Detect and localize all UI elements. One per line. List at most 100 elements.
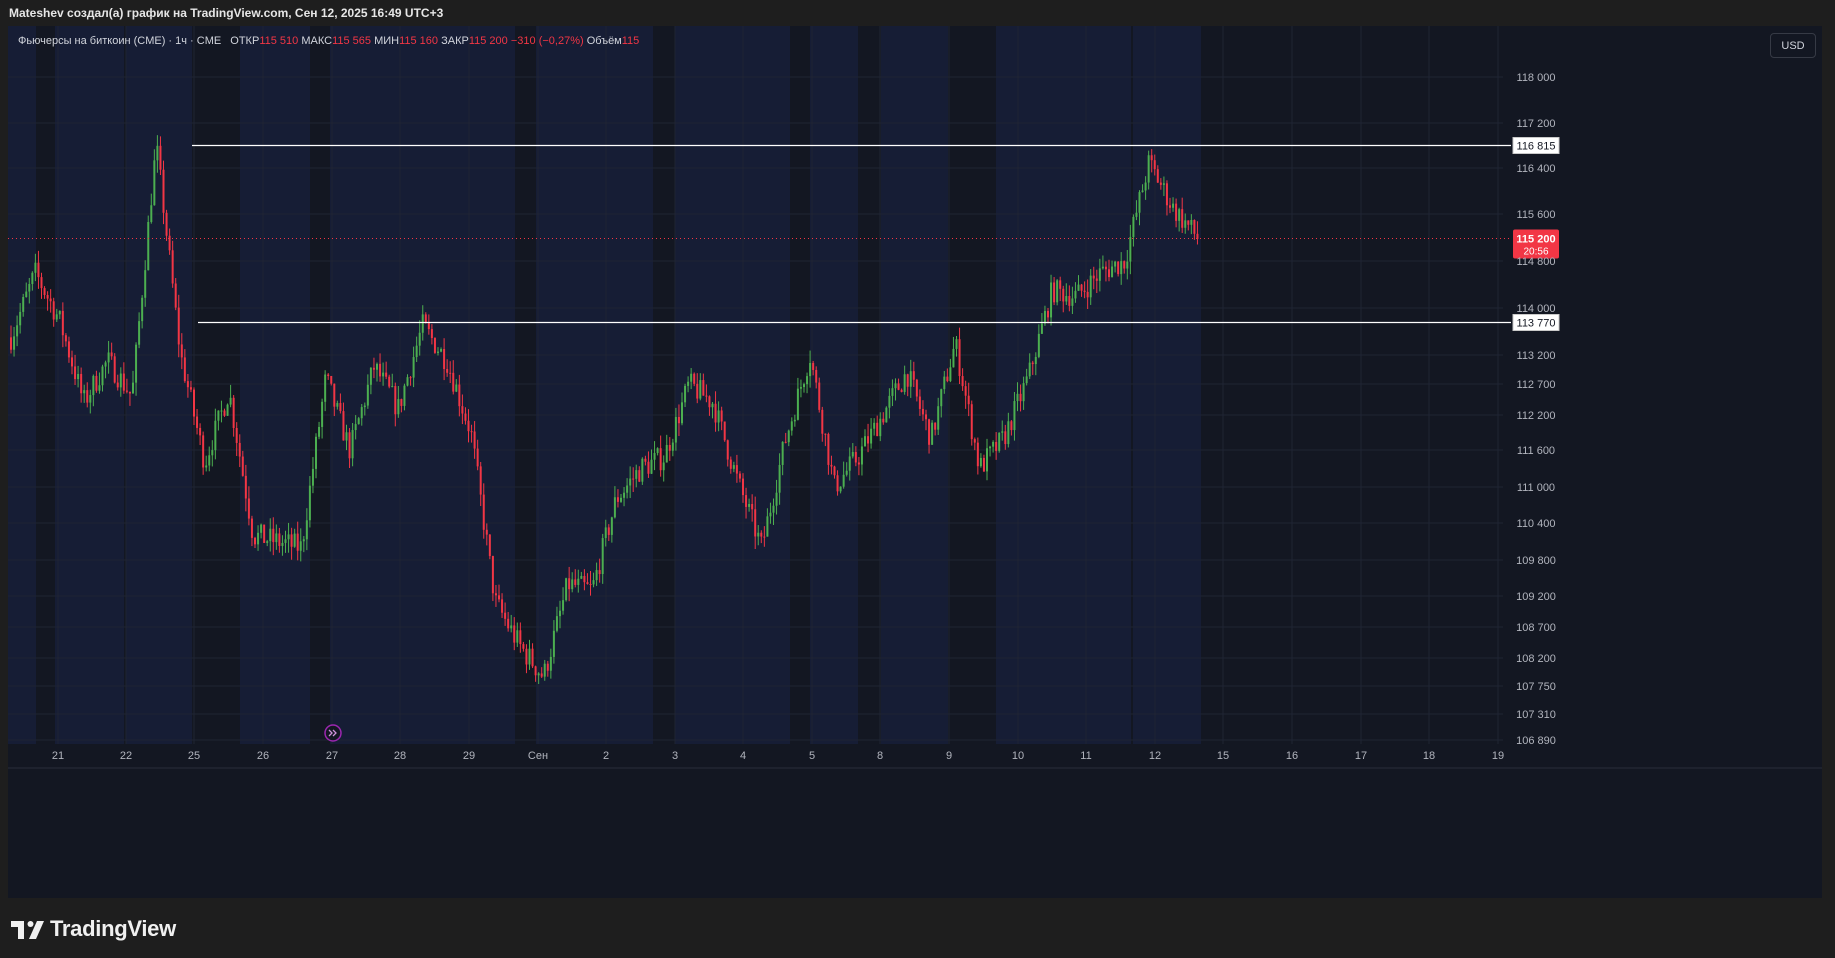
candle-body: [1101, 266, 1104, 269]
candle-body: [504, 612, 507, 619]
candle: [964, 380, 967, 409]
candle: [793, 414, 796, 427]
candle-body: [1104, 266, 1107, 270]
candle-body: [1059, 280, 1062, 289]
candle-body: [1098, 268, 1101, 281]
candle-body: [293, 533, 296, 547]
candle-body: [555, 616, 558, 631]
candle-body: [885, 407, 888, 423]
candle-body: [742, 478, 744, 496]
price-tick-label: 107 750: [1516, 681, 1556, 693]
candle-body: [171, 250, 174, 284]
currency-button[interactable]: USD: [1770, 33, 1816, 58]
candle-body: [790, 421, 793, 431]
candle: [263, 524, 266, 544]
candle-body: [95, 375, 98, 391]
tradingview-logo[interactable]: TradingView: [11, 916, 176, 941]
candle-body: [1086, 291, 1089, 298]
chart-area[interactable]: 116 815 113 770 115 200 20:56 118 000 117 20…: [8, 26, 1822, 898]
candle-body: [1016, 393, 1019, 402]
candle-body: [543, 663, 546, 677]
price-tick-label: 114 800: [1517, 256, 1556, 268]
candle-body: [80, 373, 83, 394]
candle-body: [351, 430, 354, 459]
time-axis: 21 22 25 26 27 28 29 Сен 2 3 4 5 8 9 10 11 12 15 16 17 18 19: [52, 750, 1504, 762]
price-tick-label: 109 200: [1516, 591, 1556, 603]
price-tick-label: 111 000: [1517, 482, 1555, 494]
candle: [1056, 279, 1059, 306]
candle-body: [491, 556, 494, 594]
candle-body: [193, 389, 195, 417]
candle-body: [1144, 182, 1147, 191]
price-tick-label: 106 890: [1516, 735, 1556, 747]
candle-body: [263, 524, 266, 543]
candle-body: [1175, 203, 1178, 221]
time-tick-label: 16: [1286, 750, 1298, 762]
time-tick-label: 3: [672, 750, 678, 762]
candle-body: [1184, 220, 1187, 228]
candle-body: [376, 363, 378, 370]
time-tick-label: 17: [1355, 750, 1367, 762]
candle-body: [857, 462, 860, 465]
candle-body: [751, 504, 754, 510]
candle-body: [1120, 261, 1123, 275]
candle-body: [1007, 421, 1010, 445]
candle-body: [189, 387, 192, 390]
candle-body: [1138, 192, 1141, 213]
candle: [662, 455, 665, 482]
candle-body: [153, 160, 156, 206]
candle-body: [729, 459, 732, 469]
candle-body: [372, 367, 375, 370]
candle-body: [150, 205, 153, 222]
candle-body: [546, 663, 549, 671]
candle-body: [659, 448, 662, 471]
time-tick-label: 10: [1012, 750, 1024, 762]
candle-body: [1111, 266, 1114, 278]
event-marker-icon[interactable]: [324, 724, 342, 742]
candle-body: [986, 448, 988, 472]
candle: [525, 644, 528, 674]
candle-body: [86, 390, 89, 403]
candle-body: [501, 599, 504, 613]
legend-symbol[interactable]: Фьючерсы на биткоин (CME) · 1ч · CME: [18, 35, 221, 47]
candle-body: [257, 532, 260, 545]
candle-body: [894, 383, 897, 389]
candle-body: [690, 373, 693, 382]
candle-body: [31, 272, 34, 284]
price-tick-label: 115 600: [1517, 209, 1556, 221]
candle-body: [748, 504, 751, 507]
candle-body: [992, 441, 995, 447]
candle: [873, 418, 876, 436]
candle-body: [168, 235, 171, 251]
candle: [43, 286, 46, 299]
candle-body: [125, 390, 128, 392]
candle: [52, 297, 55, 327]
candle-body: [385, 372, 388, 377]
candle-body: [607, 527, 610, 535]
candle-body: [202, 435, 205, 468]
candle-body: [330, 375, 333, 384]
candle-body: [1187, 220, 1190, 225]
candle-body: [696, 383, 699, 399]
candle-body: [531, 648, 534, 667]
candle-body: [513, 625, 516, 643]
candle-body: [516, 630, 519, 643]
candle-body: [339, 403, 342, 412]
price-axis: 118 000 117 200 116 400 115 600 114 800 114 0…: [1516, 72, 1556, 747]
candle: [40, 272, 43, 299]
candle: [641, 457, 644, 485]
candle: [217, 410, 220, 431]
candle: [982, 454, 985, 473]
candle: [433, 337, 436, 354]
candle-body: [186, 381, 189, 388]
candle-body: [1141, 190, 1144, 193]
candle-body: [1068, 296, 1071, 306]
candle-body: [449, 372, 452, 374]
candle-body: [620, 497, 622, 502]
candle-body: [266, 541, 269, 543]
candle-body: [940, 389, 943, 407]
price-chart[interactable]: 116 815113 770115 20020:56 118 000117 20…: [8, 26, 1822, 898]
candle-body: [833, 466, 836, 476]
candle-body: [1172, 203, 1175, 208]
candle-body: [403, 385, 406, 406]
